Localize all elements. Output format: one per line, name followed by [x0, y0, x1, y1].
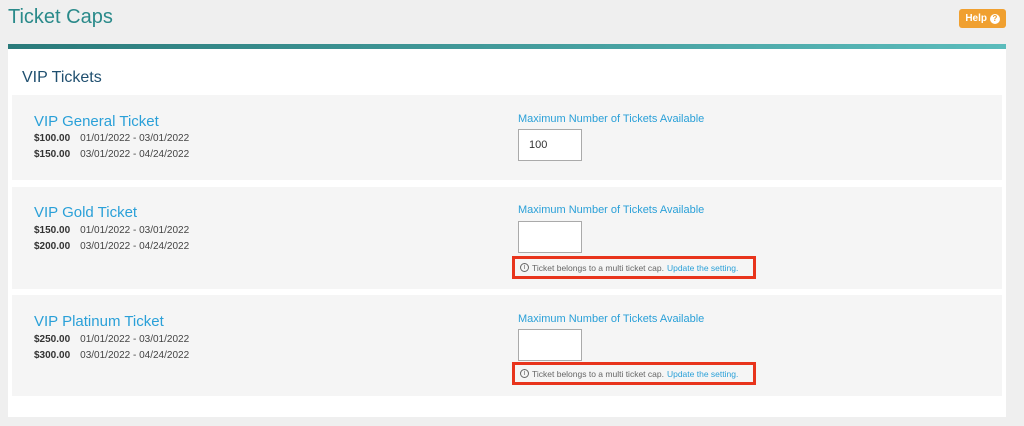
help-button[interactable]: Help ? — [959, 9, 1006, 28]
price-amount: $150.00 — [34, 149, 71, 160]
help-label: Help — [965, 13, 987, 24]
info-icon: i — [520, 263, 529, 272]
max-tickets-label: Maximum Number of Tickets Available — [518, 313, 705, 325]
price-range: 03/01/2022 - 04/24/2022 — [80, 149, 190, 160]
price-line: $300.00 03/01/2022 - 04/24/2022 — [34, 350, 189, 361]
price-range: 03/01/2022 - 04/24/2022 — [80, 241, 190, 252]
price-line: $150.00 03/01/2022 - 04/24/2022 — [34, 149, 189, 160]
price-range: 01/01/2022 - 03/01/2022 — [80, 133, 190, 144]
ticket-row-vip-platinum: VIP Platinum Ticket $250.00 01/01/2022 - … — [12, 295, 1002, 396]
update-setting-link[interactable]: Update the setting. — [667, 369, 738, 379]
price-line: $200.00 03/01/2022 - 04/24/2022 — [34, 241, 189, 252]
notice-text: Ticket belongs to a multi ticket cap. — [532, 368, 664, 379]
max-tickets-label: Maximum Number of Tickets Available — [518, 113, 705, 125]
ticket-name: VIP Gold Ticket — [34, 204, 138, 221]
notice-text: Ticket belongs to a multi ticket cap. — [532, 262, 664, 273]
price-amount: $100.00 — [34, 133, 71, 144]
ticket-row-vip-gold: VIP Gold Ticket $150.00 01/01/2022 - 03/0… — [12, 187, 1002, 289]
max-tickets-input[interactable] — [518, 221, 582, 253]
price-amount: $150.00 — [34, 225, 71, 236]
price-amount: $200.00 — [34, 241, 71, 252]
multi-cap-notice: i Ticket belongs to a multi ticket cap. … — [512, 362, 756, 385]
max-tickets-input[interactable] — [518, 329, 582, 361]
ticket-name: VIP General Ticket — [34, 113, 159, 130]
price-line: $250.00 01/01/2022 - 03/01/2022 — [34, 334, 189, 345]
vip-tickets-panel: VIP Tickets VIP General Ticket $100.00 01… — [8, 44, 1006, 417]
panel-title: VIP Tickets — [22, 69, 102, 86]
max-tickets-input[interactable] — [518, 129, 582, 161]
price-amount: $300.00 — [34, 350, 71, 361]
price-line: $100.00 01/01/2022 - 03/01/2022 — [34, 133, 189, 144]
page-title: Ticket Caps — [8, 6, 113, 28]
price-range: 03/01/2022 - 04/24/2022 — [80, 350, 190, 361]
multi-cap-notice: i Ticket belongs to a multi ticket cap. … — [512, 256, 756, 279]
price-range: 01/01/2022 - 03/01/2022 — [80, 225, 190, 236]
ticket-name: VIP Platinum Ticket — [34, 313, 164, 330]
question-icon: ? — [990, 13, 1000, 24]
info-icon: i — [520, 369, 529, 378]
max-tickets-label: Maximum Number of Tickets Available — [518, 204, 705, 216]
ticket-row-vip-general: VIP General Ticket $100.00 01/01/2022 - 0… — [12, 95, 1002, 180]
update-setting-link[interactable]: Update the setting. — [667, 263, 738, 273]
price-range: 01/01/2022 - 03/01/2022 — [80, 334, 190, 345]
price-line: $150.00 01/01/2022 - 03/01/2022 — [34, 225, 189, 236]
price-amount: $250.00 — [34, 334, 71, 345]
